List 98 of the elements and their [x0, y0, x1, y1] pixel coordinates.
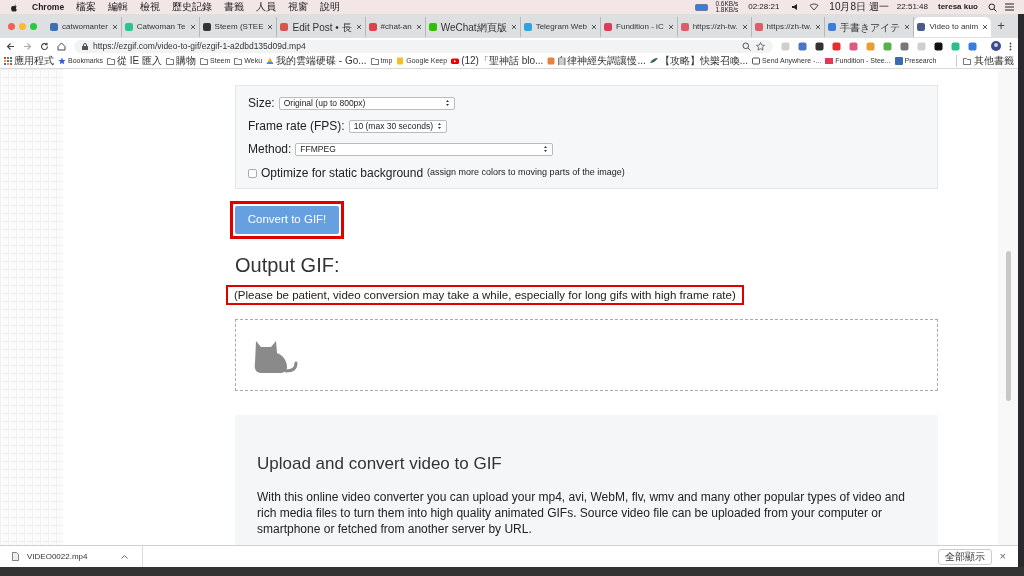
home-icon [57, 41, 66, 51]
browser-tab[interactable]: WeChat網頁版 [425, 17, 521, 37]
section-heading: Upload and convert video to GIF [257, 453, 503, 475]
menu-item[interactable]: 人員 [256, 1, 277, 13]
close-icon [415, 24, 422, 30]
close-icon [815, 24, 822, 30]
triangle-icon [266, 57, 275, 65]
app-menu[interactable]: Chrome [32, 0, 65, 14]
bookmark-link[interactable]: 我的雲端硬碟 - Go... [276, 55, 367, 67]
more-menu-icon [1009, 41, 1012, 51]
url-text: https://ezgif.com/video-to-gif/ezgif-1-a2dbd135d09d.mp4 [93, 39, 307, 53]
apps-grid-icon [4, 57, 12, 65]
star-icon [58, 57, 66, 65]
close-icon [111, 24, 118, 30]
clock-text: 22:51:48 [896, 1, 928, 13]
close-icon [267, 24, 274, 30]
browser-tab[interactable]: https://zh-tw. [751, 17, 826, 37]
close-icon [591, 24, 598, 30]
bookmark-link[interactable]: 【攻略】快樂召喚... [659, 55, 749, 67]
zoom-icon [742, 41, 751, 51]
profile-avatar-icon [991, 41, 1001, 51]
field-label: Frame rate (FPS): [248, 118, 345, 135]
select-field[interactable]: 10 (max 30 seconds) [348, 119, 447, 133]
download-file-name[interactable]: VIDEO0022.mp4 [27, 550, 88, 563]
note-icon [396, 57, 405, 65]
browser-tab[interactable]: catwomanter [47, 17, 122, 37]
search-icon [988, 2, 997, 12]
updown-arrows-icon [436, 122, 442, 130]
close-icon [741, 24, 748, 30]
checkbox[interactable] [248, 168, 257, 178]
timer-text: 02:28:21 [748, 1, 780, 13]
close-icon [355, 24, 362, 30]
back-icon [6, 41, 15, 51]
section-heading: Output GIF: [235, 253, 341, 277]
menu-item[interactable]: 說明 [320, 1, 341, 13]
close-button[interactable]: × [999, 548, 1006, 565]
browser-tab[interactable]: Video to anim [914, 17, 992, 37]
scrollbar-thumb[interactable] [1005, 251, 1011, 401]
bookmark-link[interactable]: (12)「聖神話 blo... [461, 55, 544, 67]
shield-icon [547, 57, 556, 65]
folder-icon [234, 57, 243, 65]
square-p-icon [894, 57, 903, 65]
browser-tab[interactable]: #chat-an [365, 17, 426, 37]
bookmark-link[interactable]: 應用程式 [14, 55, 54, 67]
browser-tab[interactable]: Catwoman Te [121, 17, 200, 37]
folder-icon [166, 57, 175, 65]
date-text: 10月8日 週一 [829, 1, 889, 13]
field-label: Size: [248, 95, 275, 112]
folder-icon [107, 57, 115, 65]
browser-tab[interactable]: Steem (STEE [199, 17, 278, 37]
description-text: With this online video converter you can upload your mp4, avi, WebM, flv, wmv and many other popular types of video and rich media files to turn them into high quality animated GIFs. Source video file can be uploaded from your computer or smartphone or fetched from another server by URL. [257, 488, 906, 537]
folder-icon [200, 57, 209, 65]
list-icon [1005, 3, 1014, 11]
field-label: Method: [248, 141, 292, 158]
battery-icon [695, 3, 710, 11]
forward-icon [23, 41, 32, 51]
user-name[interactable]: teresa kuo [937, 1, 978, 13]
address-bar[interactable]: https://ezgif.com/video-to-gif/ezgif-1-a2dbd135d09d.mp4 [74, 39, 773, 53]
bird-icon [649, 57, 658, 65]
close-icon [904, 24, 911, 30]
star-icon [756, 41, 765, 51]
bookmark-link[interactable]: 從 IE 匯入 [117, 55, 163, 67]
wifi-icon [809, 3, 820, 11]
new-tab-button[interactable]: + [997, 16, 1005, 36]
file-icon [12, 552, 19, 561]
chevron-up-icon [121, 554, 129, 559]
bookmark-link[interactable]: 自律神經失調讓慢... [557, 55, 646, 67]
menu-item[interactable]: 檔案 [76, 1, 97, 13]
browser-tab[interactable]: https://zh-tw. [677, 17, 752, 37]
close-icon [510, 24, 517, 30]
browser-tab[interactable]: Telegram Web [520, 17, 602, 37]
browser-tab[interactable]: Fundition - iC [601, 17, 678, 37]
lock-icon [82, 42, 88, 50]
checkbox-label: Optimize for static background [261, 165, 424, 182]
menu-item[interactable]: 歷史記錄 [172, 1, 213, 13]
close-icon [982, 24, 989, 30]
updown-arrows-icon [543, 145, 549, 153]
select-field[interactable]: FFMPEG [295, 142, 554, 156]
menu-item[interactable]: 檢視 [140, 1, 161, 13]
menu-item[interactable]: 書籤 [224, 1, 245, 13]
folder-icon [963, 57, 971, 65]
flag-icon [825, 57, 834, 65]
bookmark-link[interactable]: 其他書籤 [974, 55, 1014, 67]
notice-text: (Please be patient, video conversion may take a while, especially for long gifs with high frame rate) [226, 285, 744, 305]
reload-icon [40, 41, 49, 51]
updown-arrows-icon [444, 99, 450, 107]
bookmark-link[interactable]: 購物 [176, 55, 197, 67]
hint-text: (assign more colors to moving parts of the image) [427, 166, 625, 180]
folder-icon [370, 57, 379, 65]
close-icon [667, 24, 674, 30]
show-all-button[interactable]: 全部顯示 [937, 548, 992, 565]
play-icon [451, 57, 460, 65]
menu-item[interactable]: 編輯 [108, 1, 129, 13]
menu-item[interactable]: 視窗 [288, 1, 309, 13]
close-icon [189, 24, 196, 30]
browser-tab[interactable]: Edit Post • 長 [277, 17, 366, 37]
send-icon [752, 57, 761, 65]
select-field[interactable]: Original (up to 800px) [278, 96, 455, 110]
